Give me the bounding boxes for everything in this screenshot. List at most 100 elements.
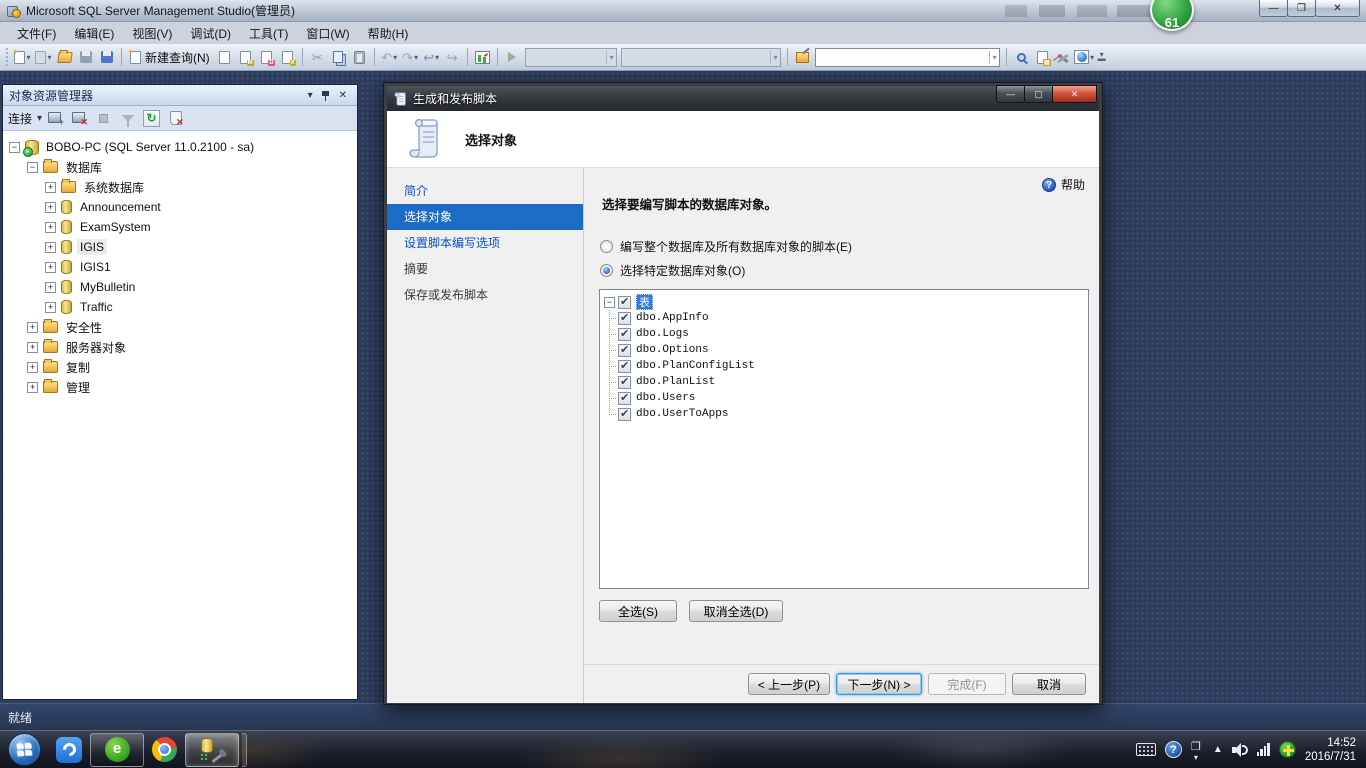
- properties-window-button[interactable]: ▤: [1032, 47, 1053, 68]
- tree-node-examsystem[interactable]: ExamSystem: [3, 217, 357, 237]
- table-checkbox[interactable]: [618, 375, 631, 389]
- save-all-button[interactable]: [96, 47, 117, 68]
- menu-debug[interactable]: 调试(D): [181, 23, 240, 44]
- find-in-files-button[interactable]: [1011, 47, 1032, 68]
- finish-button[interactable]: 完成(F): [928, 673, 1006, 695]
- paste-button[interactable]: [349, 47, 370, 68]
- new-query-button[interactable]: ✦ 新建查询(N): [126, 47, 214, 68]
- redo-button[interactable]: ↷ ▾: [400, 47, 421, 68]
- pin-icon[interactable]: [321, 90, 330, 101]
- taskbar-item-chrome[interactable]: [152, 733, 177, 767]
- disconnect-server-button[interactable]: ✕: [69, 108, 90, 129]
- tree-node-server[interactable]: BOBO-PC (SQL Server 11.0.2100 - sa): [3, 137, 357, 157]
- security-shield-icon[interactable]: [1278, 741, 1296, 758]
- network-signal-icon[interactable]: [1256, 743, 1270, 756]
- external-tools-button[interactable]: [1053, 47, 1074, 68]
- tree-node-table[interactable]: dbo.Logs: [604, 326, 1088, 342]
- restore-button[interactable]: ❐: [1287, 0, 1316, 17]
- copy-button[interactable]: [328, 47, 349, 68]
- web-browser-button[interactable]: ▾: [1074, 47, 1095, 68]
- tree-node-table[interactable]: dbo.PlanConfigList: [604, 358, 1088, 374]
- table-checkbox[interactable]: [618, 391, 631, 405]
- tree-node-table[interactable]: dbo.PlanList: [604, 374, 1088, 390]
- tree-node-system-databases[interactable]: 系统数据库: [3, 177, 357, 197]
- stop-button[interactable]: [93, 108, 114, 129]
- ssms-titlebar[interactable]: Microsoft SQL Server Management Studio(管…: [0, 0, 1366, 31]
- table-checkbox[interactable]: [618, 343, 631, 357]
- radio-entire-database[interactable]: 编写整个数据库及所有数据库对象的脚本(E): [600, 238, 852, 255]
- panel-close-icon[interactable]: ✕: [335, 90, 351, 101]
- start-button[interactable]: [8, 733, 41, 766]
- debug-target-combobox[interactable]: ▾: [620, 47, 781, 67]
- tree-node-traffic[interactable]: Traffic: [3, 297, 357, 317]
- tree-node-igis1[interactable]: IGIS1: [3, 257, 357, 277]
- connect-dropdown[interactable]: 连接: [8, 110, 32, 127]
- tree-node-server-objects[interactable]: 服务器对象: [3, 337, 357, 357]
- select-all-button[interactable]: 全选(S): [599, 600, 677, 622]
- dmx-query-button[interactable]: D: [256, 47, 277, 68]
- available-databases-icon[interactable]: [792, 47, 813, 68]
- undo-button[interactable]: ↶ ▾: [379, 47, 400, 68]
- new-item-button[interactable]: ✦ ▾: [11, 47, 33, 68]
- panel-menu-icon[interactable]: ▾: [304, 90, 317, 101]
- dialog-maximize-button[interactable]: ▢: [1024, 85, 1053, 103]
- table-checkbox[interactable]: [618, 359, 631, 373]
- nav-choose-objects[interactable]: 选择对象: [387, 204, 583, 230]
- input-method-icon[interactable]: [1135, 743, 1156, 756]
- mdx-query-button[interactable]: M: [235, 47, 256, 68]
- taskbar-item-360-browser[interactable]: e: [90, 732, 144, 767]
- save-button[interactable]: [75, 47, 96, 68]
- menu-edit[interactable]: 编辑(E): [65, 23, 123, 44]
- nav-introduction[interactable]: 简介: [387, 178, 583, 204]
- window-switch-icon[interactable]: [1191, 740, 1204, 762]
- activity-monitor-button[interactable]: [472, 47, 493, 68]
- volume-icon[interactable]: [1231, 742, 1248, 757]
- menu-window[interactable]: 窗口(W): [297, 23, 358, 44]
- refresh-button[interactable]: ↻: [141, 108, 162, 129]
- tree-node-replication[interactable]: 复制: [3, 357, 357, 377]
- radio-specific-objects[interactable]: 选择特定数据库对象(O): [600, 262, 745, 279]
- taskbar-item-ssms[interactable]: [185, 732, 239, 767]
- menu-file[interactable]: 文件(F): [8, 23, 65, 44]
- tables-checkbox[interactable]: [618, 295, 631, 309]
- database-engine-query-button[interactable]: [214, 47, 235, 68]
- tree-node-announcement[interactable]: Announcement: [3, 197, 357, 217]
- deselect-all-button[interactable]: 取消全选(D): [689, 600, 783, 622]
- help-tray-icon[interactable]: ?: [1164, 741, 1182, 758]
- nav-summary[interactable]: 摘要: [387, 256, 583, 282]
- open-file-button[interactable]: [54, 47, 75, 68]
- close-button[interactable]: ✕: [1315, 0, 1360, 17]
- show-hidden-icons[interactable]: ▲: [1213, 744, 1223, 755]
- table-checkbox[interactable]: [618, 407, 631, 421]
- object-explorer-titlebar[interactable]: 对象资源管理器 ▾ ✕: [3, 85, 357, 106]
- nav-save-publish[interactable]: 保存或发布脚本: [387, 282, 583, 308]
- navigate-back-button[interactable]: ↩ ▾: [421, 47, 442, 68]
- tree-node-management[interactable]: 管理: [3, 377, 357, 397]
- taskbar-item-peek[interactable]: [242, 732, 247, 767]
- tree-node-table[interactable]: dbo.AppInfo: [604, 310, 1088, 326]
- tree-node-tables[interactable]: 表: [604, 294, 1088, 310]
- navigate-forward-button[interactable]: ↪: [442, 47, 463, 68]
- connect-dropdown-arrow[interactable]: ▾: [37, 113, 42, 124]
- filter-icon[interactable]: [117, 108, 138, 129]
- menu-view[interactable]: 视图(V): [123, 23, 181, 44]
- cut-button[interactable]: ✂: [307, 47, 328, 68]
- table-checkbox[interactable]: [618, 311, 631, 325]
- toolbar-grip[interactable]: [4, 48, 9, 66]
- nav-scripting-options[interactable]: 设置脚本编写选项: [387, 230, 583, 256]
- menu-tools[interactable]: 工具(T): [240, 23, 297, 44]
- tree-node-table[interactable]: dbo.Options: [604, 342, 1088, 358]
- back-button[interactable]: < 上一步(P): [748, 673, 830, 695]
- dialog-minimize-button[interactable]: —: [996, 85, 1025, 103]
- tree-node-databases[interactable]: 数据库: [3, 157, 357, 177]
- script-error-icon[interactable]: [165, 108, 186, 129]
- add-item-button[interactable]: ▾: [33, 47, 54, 68]
- available-databases-combobox[interactable]: ▾: [814, 47, 1000, 67]
- connect-server-button[interactable]: +: [45, 108, 66, 129]
- table-checkbox[interactable]: [618, 327, 631, 341]
- dialog-close-button[interactable]: ✕: [1052, 85, 1097, 103]
- tree-node-igis[interactable]: IGIS: [3, 237, 357, 257]
- cancel-button[interactable]: 取消: [1012, 673, 1086, 695]
- minimize-button[interactable]: —: [1259, 0, 1288, 17]
- tree-node-security[interactable]: 安全性: [3, 317, 357, 337]
